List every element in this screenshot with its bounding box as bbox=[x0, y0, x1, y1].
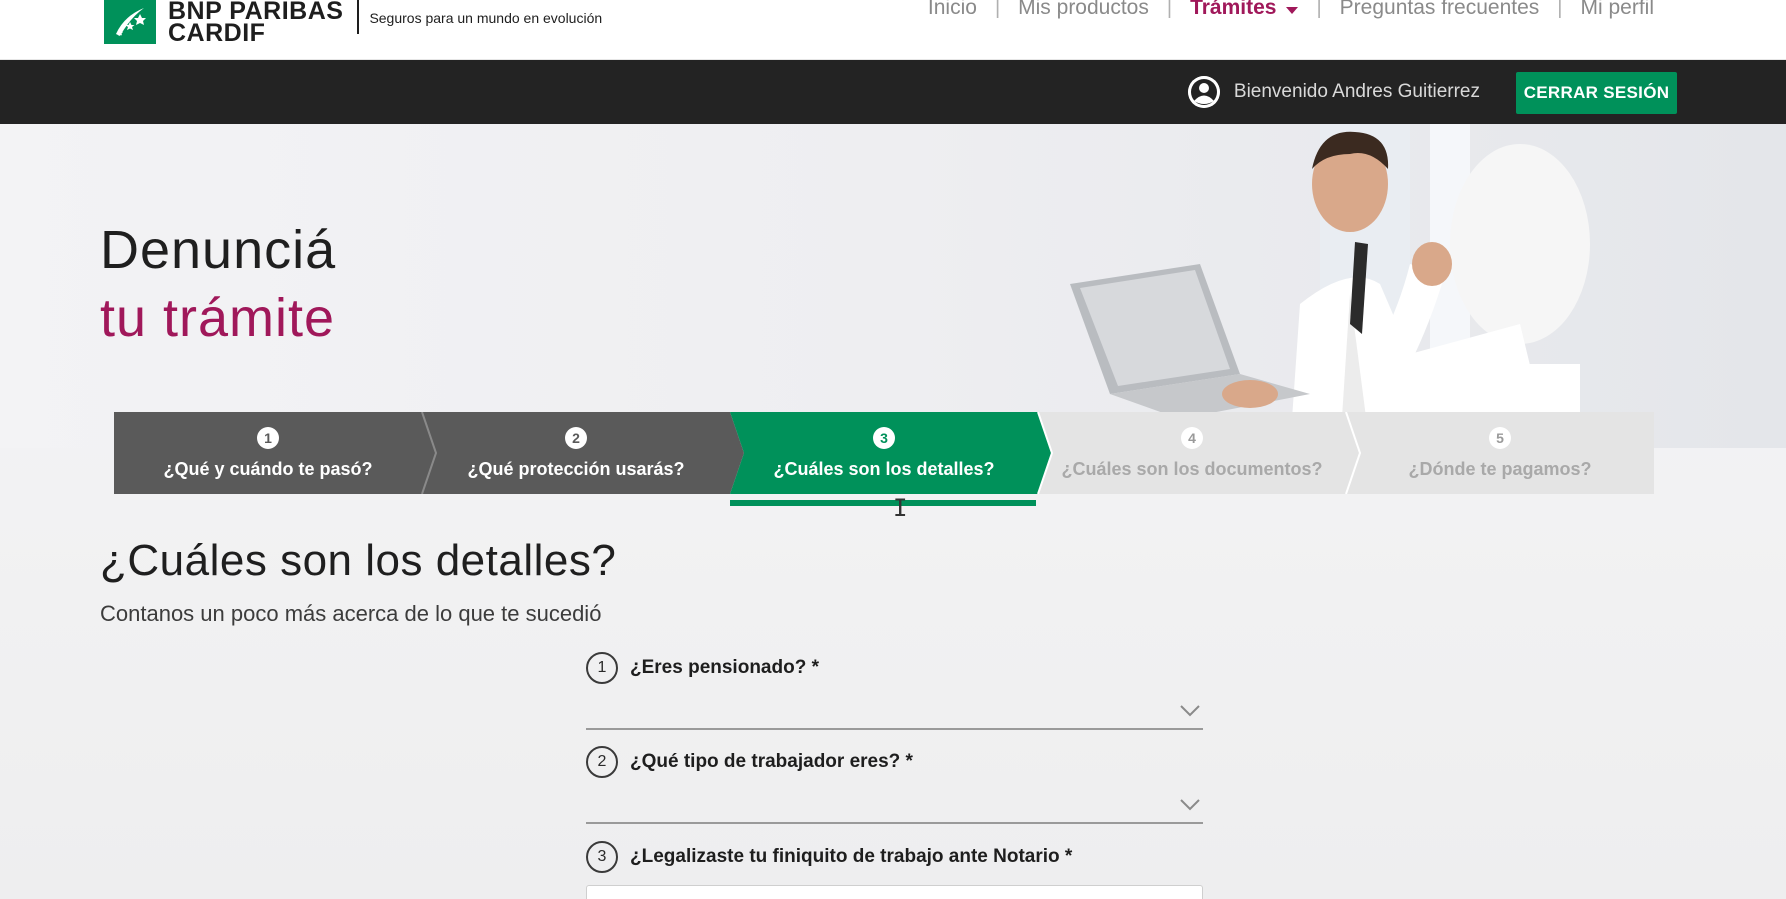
question-2-number: 2 bbox=[586, 746, 618, 778]
welcome-area: Bienvenido Andres Guitierrez bbox=[1187, 76, 1480, 108]
top-header: BNP PARIBAS CARDIF Seguros para un mundo… bbox=[0, 0, 1786, 60]
nav-divider: | bbox=[994, 0, 1001, 19]
step-3-number: 3 bbox=[873, 426, 895, 449]
current-step-indicator bbox=[730, 500, 1036, 506]
nav-item-inicio[interactable]: Inicio bbox=[928, 0, 977, 20]
step-5[interactable]: 5 ¿Dónde te pagamos? bbox=[1346, 412, 1654, 494]
question-3-number: 3 bbox=[586, 841, 618, 873]
step-1-label: ¿Qué y cuándo te pasó? bbox=[163, 458, 373, 479]
step-2-number: 2 bbox=[565, 426, 587, 449]
question-3-header: 3 ¿Legalizaste tu finiquito de trabajo a… bbox=[586, 841, 1203, 873]
step-3[interactable]: 3 ¿Cuáles son los detalles? bbox=[730, 412, 1038, 494]
nav-item-tramites[interactable]: Trámites bbox=[1190, 0, 1299, 20]
hero-banner: Denunciá tu trámite bbox=[0, 124, 1786, 448]
logo-line-2: CARDIF bbox=[168, 19, 266, 47]
welcome-text: Bienvenido Andres Guitierrez bbox=[1233, 81, 1480, 102]
hero-photo-businessman bbox=[1070, 124, 1590, 448]
tipo-trabajador-select[interactable] bbox=[586, 792, 1203, 824]
question-2: 2 ¿Qué tipo de trabajador eres? * bbox=[586, 746, 1203, 824]
section-subtitle: Contanos un poco más acerca de lo que te… bbox=[100, 601, 602, 626]
finiquito-input[interactable] bbox=[586, 885, 1203, 899]
page-title-line-1: Denunciá bbox=[100, 220, 337, 280]
nav-item-mi-perfil[interactable]: Mi perfil bbox=[1580, 0, 1654, 20]
step-4-number: 4 bbox=[1181, 426, 1203, 449]
bnp-paribas-cardif-logo[interactable]: BNP PARIBAS CARDIF Seguros para un mundo… bbox=[104, 0, 603, 47]
page: BNP PARIBAS CARDIF Seguros para un mundo… bbox=[0, 0, 1786, 899]
nav-item-preguntas-frecuentes[interactable]: Preguntas frecuentes bbox=[1340, 0, 1540, 20]
page-title: Denunciá tu trámite bbox=[100, 216, 336, 352]
step-1-number: 1 bbox=[257, 426, 279, 449]
nav-divider: | bbox=[1316, 0, 1322, 19]
step-2[interactable]: 2 ¿Qué protección usarás? bbox=[422, 412, 730, 494]
step-5-label: ¿Dónde te pagamos? bbox=[1408, 458, 1592, 479]
pensionado-select[interactable] bbox=[586, 698, 1203, 730]
step-5-number: 5 bbox=[1489, 426, 1511, 449]
logo-divider bbox=[357, 0, 360, 34]
nav-divider: | bbox=[1557, 0, 1563, 19]
tagline: Seguros para un mundo en evolución bbox=[369, 10, 603, 26]
stars-logo-icon bbox=[104, 0, 156, 44]
section-title: ¿Cuáles son los detalles? bbox=[100, 536, 617, 585]
question-3: 3 ¿Legalizaste tu finiquito de trabajo a… bbox=[586, 841, 1203, 899]
question-3-label: ¿Legalizaste tu finiquito de trabajo ant… bbox=[630, 846, 1073, 867]
main-nav: Inicio | Mis productos | Trámites | Preg… bbox=[928, 0, 1654, 20]
nav-item-mis-productos[interactable]: Mis productos bbox=[1018, 0, 1149, 20]
chevron-down-icon bbox=[1180, 799, 1200, 811]
question-1-header: 1 ¿Eres pensionado? * bbox=[586, 652, 1203, 684]
question-2-label: ¿Qué tipo de trabajador eres? * bbox=[630, 751, 913, 772]
logout-button[interactable]: CERRAR SESIÓN bbox=[1516, 72, 1677, 114]
step-1[interactable]: 1 ¿Qué y cuándo te pasó? bbox=[114, 412, 422, 494]
user-bar: Bienvenido Andres Guitierrez CERRAR SESI… bbox=[0, 60, 1786, 124]
nav-divider: | bbox=[1166, 0, 1173, 19]
step-4[interactable]: 4 ¿Cuáles son los documentos? bbox=[1038, 412, 1346, 494]
page-title-line-2: tu trámite bbox=[100, 288, 336, 348]
question-2-header: 2 ¿Qué tipo de trabajador eres? * bbox=[586, 746, 1203, 778]
step-4-label: ¿Cuáles son los documentos? bbox=[1061, 458, 1323, 479]
nav-item-tramites-label: Trámites bbox=[1190, 0, 1277, 19]
logo-text: BNP PARIBAS CARDIF bbox=[168, 0, 343, 47]
caret-down-icon bbox=[1286, 6, 1299, 14]
text-cursor-icon: I bbox=[893, 494, 908, 522]
question-1: 1 ¿Eres pensionado? * bbox=[586, 652, 1203, 730]
question-1-number: 1 bbox=[586, 652, 618, 684]
user-avatar-icon bbox=[1187, 76, 1220, 108]
step-2-label: ¿Qué protección usarás? bbox=[467, 458, 685, 479]
step-3-label: ¿Cuáles son los detalles? bbox=[773, 458, 995, 479]
question-1-label: ¿Eres pensionado? * bbox=[630, 657, 819, 678]
progress-stepper: 1 ¿Qué y cuándo te pasó? 2 ¿Qué protecci… bbox=[114, 412, 1654, 506]
chevron-down-icon bbox=[1180, 705, 1200, 717]
